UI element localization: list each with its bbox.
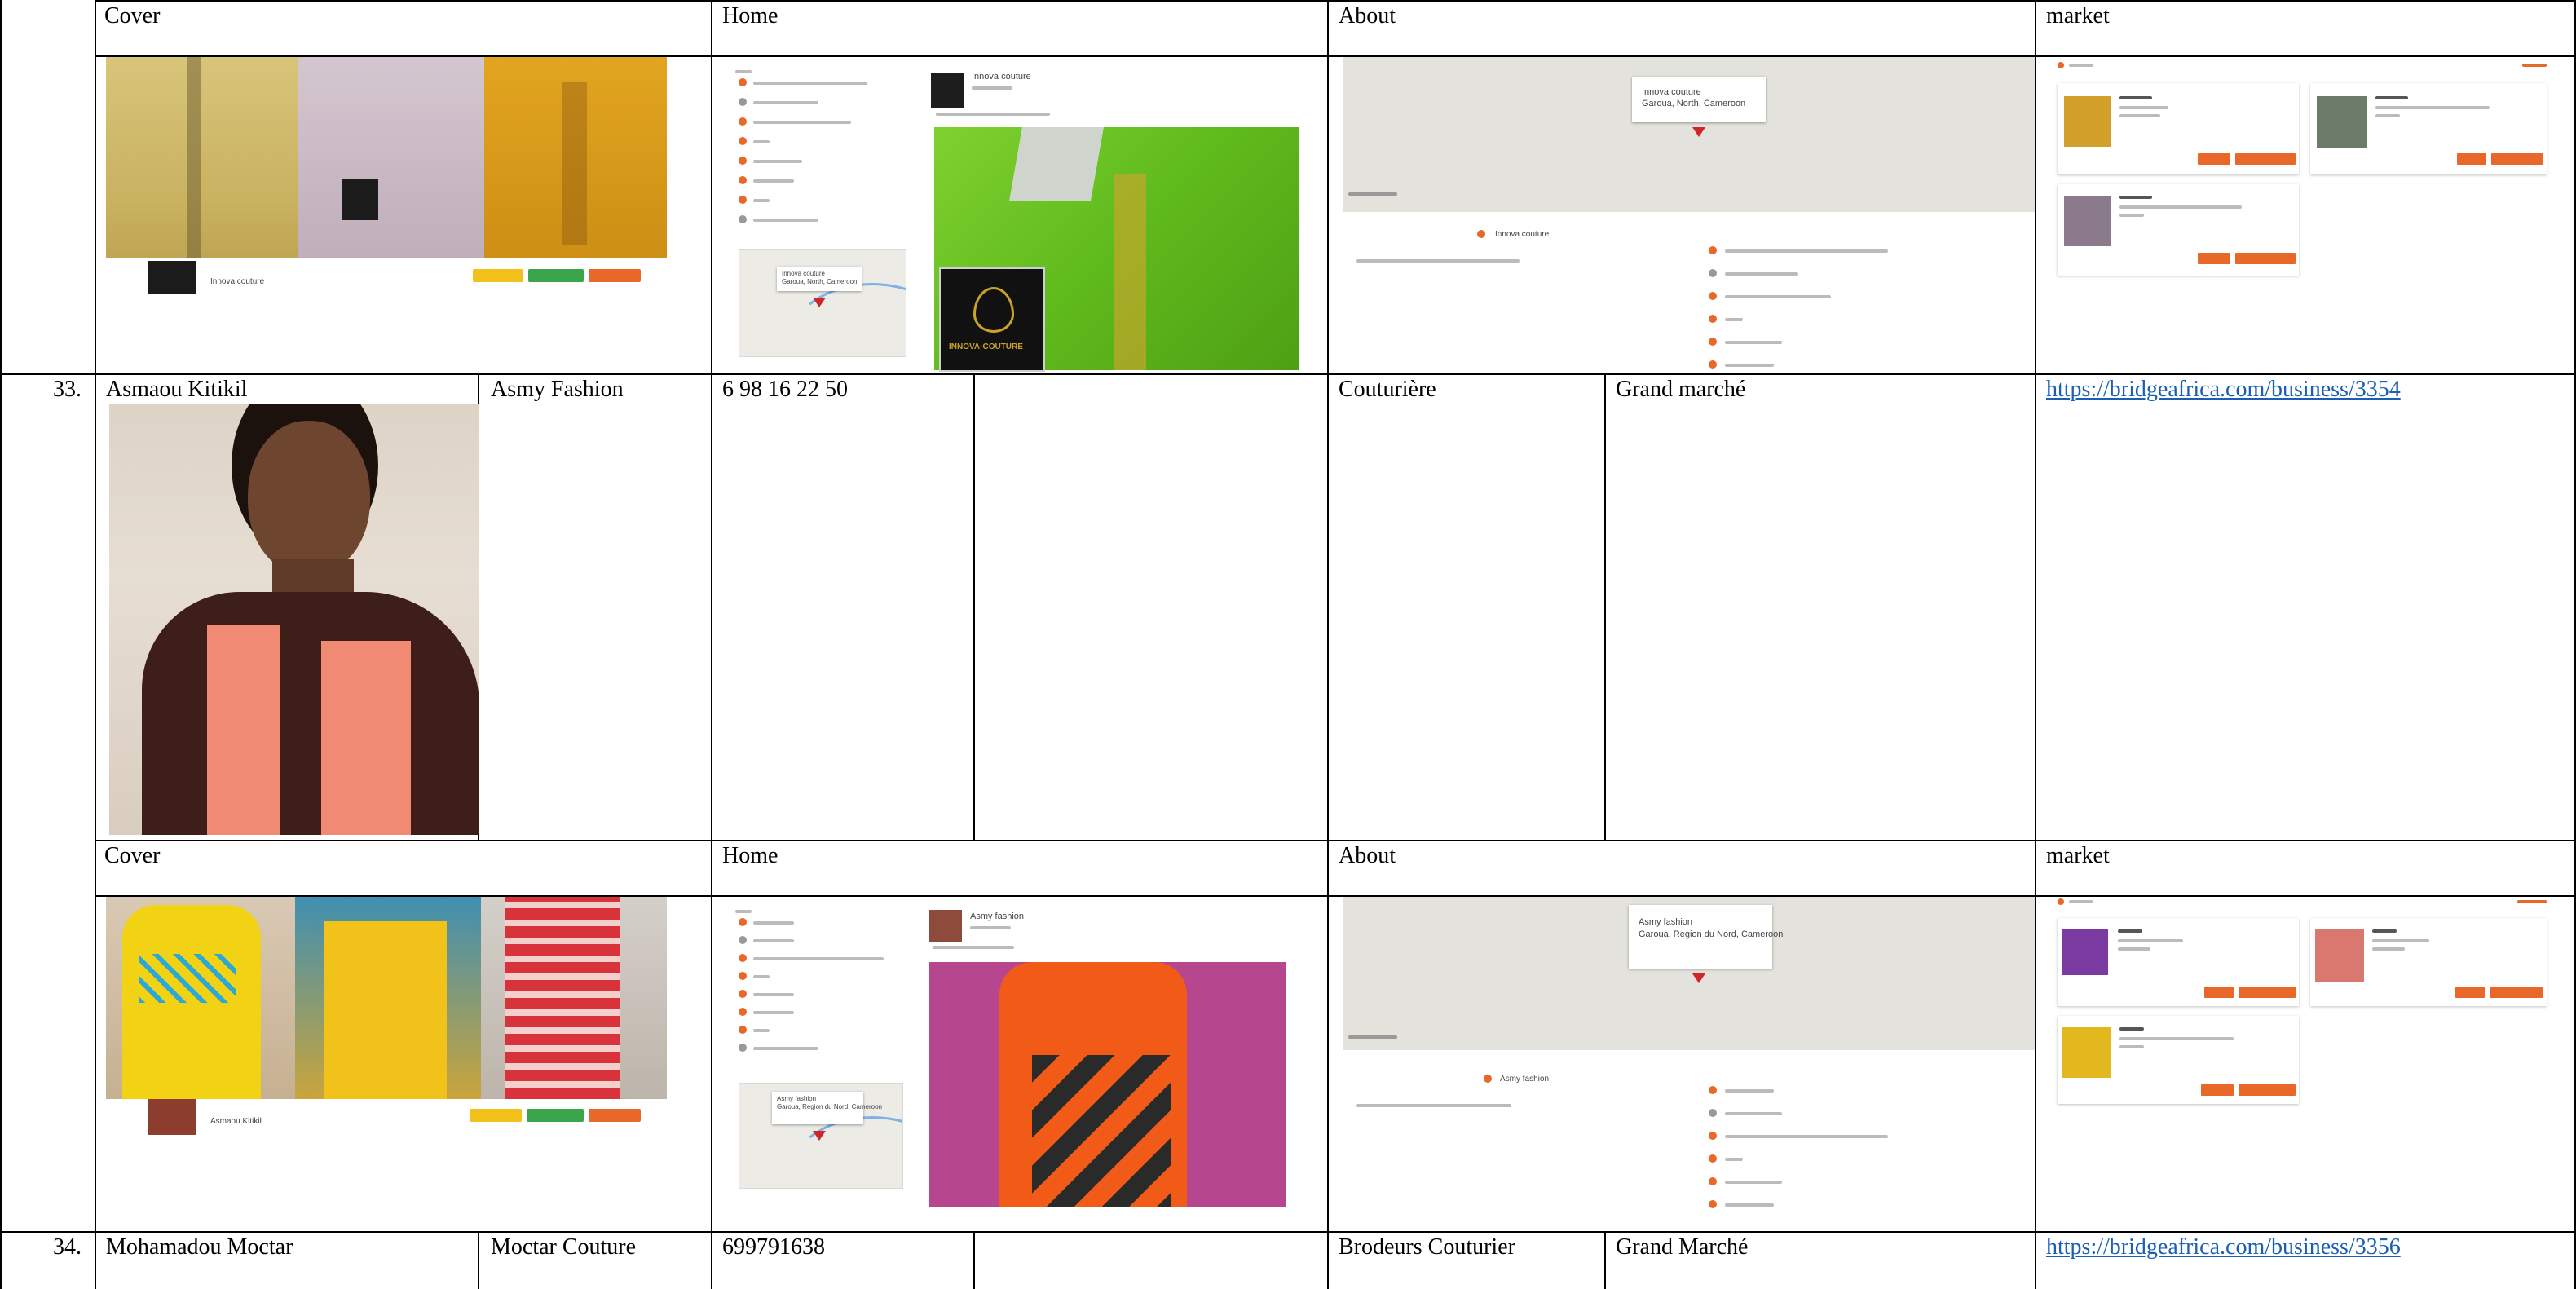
about-map-popup: Innova couture Garoua, North, Cameroon <box>1642 87 1746 108</box>
row-number: 33. <box>53 377 82 402</box>
section-label-about: About <box>1339 843 1396 868</box>
table-rule <box>0 0 2 1289</box>
about-map-popup: Asmy fashion Garoua, Region du Nord, Cam… <box>1639 917 1784 939</box>
cover-screenshot: Asmaou Kitikil <box>106 897 667 1135</box>
table-rule <box>0 373 2576 375</box>
about-screenshot: Innova couture Garoua, North, Cameroon I… <box>1343 57 2035 372</box>
table-rule <box>95 840 2576 841</box>
market-screenshot <box>2051 59 2553 284</box>
activity: Brodeurs Couturier <box>1339 1234 1515 1260</box>
table-rule <box>478 1231 479 1289</box>
cover-owner-name: Asmaou Kitikil <box>210 1117 262 1126</box>
phone-number: 699791638 <box>722 1234 825 1260</box>
home-screenshot: Asmy fashion Garoua, Region du Nord, Cam… <box>722 900 1308 1210</box>
table-rule <box>973 373 975 840</box>
map-popup-text: Innova couture Garoua, North, Cameroon <box>782 270 858 285</box>
business-profile-link[interactable]: https://bridgeafrica.com/business/3356 <box>2046 1234 2401 1260</box>
row-number: 34. <box>53 1234 82 1260</box>
section-label-cover: Cover <box>104 3 161 29</box>
home-screenshot: Innova couture Garoua, North, Cameroon I… <box>722 60 1308 372</box>
table-rule <box>973 1231 975 1289</box>
cover-screenshot: Innova couture <box>106 57 667 295</box>
section-label-home: Home <box>722 843 779 868</box>
section-label-home: Home <box>722 3 779 29</box>
map-popup-text: Asmy fashion Garoua, Region du Nord, Cam… <box>777 1095 882 1110</box>
table-rule <box>711 0 712 1289</box>
home-logo-text: INNOVA-COUTURE <box>949 342 1023 351</box>
business-profile-link[interactable]: https://bridgeafrica.com/business/3354 <box>2046 377 2401 403</box>
section-label-market: market <box>2046 3 2110 29</box>
location: Grand Marché <box>1616 1234 1749 1260</box>
table-rule <box>1327 0 1329 1289</box>
table-rule <box>95 0 2576 2</box>
document-table: Cover Home About market Innova couture I… <box>0 0 2576 1289</box>
business-name: Moctar Couture <box>491 1234 637 1260</box>
owner-name: Mohamadou Moctar <box>106 1234 293 1260</box>
about-screenshot: Asmy fashion Garoua, Region du Nord, Cam… <box>1343 897 2035 1231</box>
table-rule <box>95 0 96 1289</box>
owner-portrait-photo <box>109 404 479 835</box>
table-rule <box>2035 0 2036 1289</box>
location: Grand marché <box>1616 377 1746 402</box>
home-business-name: Innova couture <box>972 72 1031 82</box>
business-name: Asmy Fashion <box>491 377 624 402</box>
home-business-name: Asmy fashion <box>970 912 1025 921</box>
table-rule <box>0 1231 2576 1233</box>
table-rule <box>1604 1231 1606 1289</box>
section-label-market: market <box>2046 843 2110 868</box>
about-business-name: Innova couture <box>1495 230 1550 239</box>
activity: Couturière <box>1339 377 1436 402</box>
market-screenshot <box>2051 897 2553 1110</box>
section-label-cover: Cover <box>104 843 161 868</box>
owner-name: Asmaou Kitikil <box>106 377 248 402</box>
section-label-about: About <box>1339 3 1396 29</box>
phone-number: 6 98 16 22 50 <box>722 377 848 402</box>
table-rule <box>1604 373 1606 840</box>
about-business-name: Asmy fashion <box>1500 1075 1550 1084</box>
